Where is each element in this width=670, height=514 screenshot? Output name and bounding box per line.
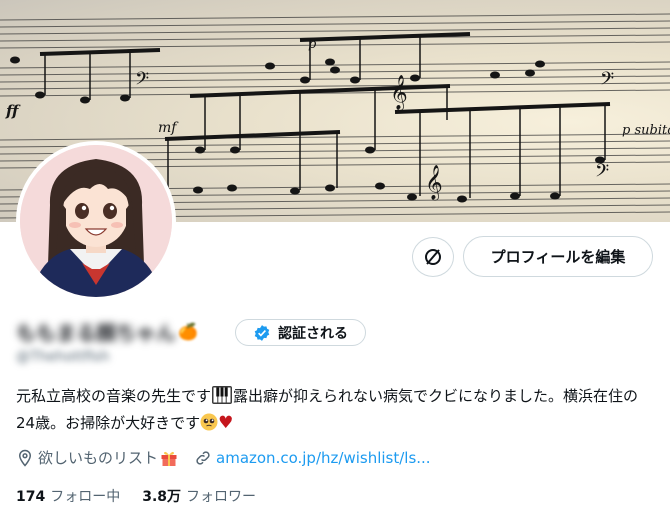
profile-meta-row: 欲しいものリスト amazon.co.jp/hz/wishlist/ls... [16,447,431,468]
user-handle: @Thehottfish [16,349,110,365]
wishlist-location-text: 欲しいものリスト [38,449,159,467]
bio-heart: ♥ [218,413,234,433]
no-sign-icon [425,249,441,265]
following-stat[interactable]: 174 フォロー中 [16,486,120,506]
svg-text:𝄞: 𝄞 [390,75,408,111]
profile-bio: 元私立高校の音楽の先生です 露出癖が抑えられない病気でクビになりました。横浜在住の… [16,384,656,438]
more-options-button[interactable] [412,237,454,277]
display-name: ももまる顔ちゃん [16,321,176,345]
piano-keys-icon [212,386,233,411]
banner-dynamic-p: p [308,37,317,52]
location-pin-icon [16,449,34,467]
profile-avatar[interactable] [16,141,176,301]
svg-text:𝄢: 𝄢 [600,69,614,94]
svg-text:𝄢: 𝄢 [595,161,609,186]
svg-text:𝄢: 𝄢 [135,69,149,94]
follow-stats: 174 フォロー中 3.8万 フォロワー [16,486,278,506]
svg-text:𝄞: 𝄞 [425,165,443,201]
edit-profile-button[interactable]: プロフィールを編集 [463,236,653,277]
anime-girl-avatar-image [20,145,172,297]
gift-icon [160,449,178,467]
get-verified-button[interactable]: 認証される [235,319,366,346]
verified-badge-icon [254,324,270,341]
following-label: フォロー中 [50,489,121,505]
verify-label: 認証される [278,325,348,342]
link-icon [194,449,212,467]
display-name-emoji: 🍊 [178,322,198,341]
followers-label: フォロワー [186,489,257,505]
website-link[interactable]: amazon.co.jp/hz/wishlist/ls... [216,449,431,467]
banner-dynamic-ff: ff [5,102,21,120]
banner-dynamic-mf: mf [158,120,179,136]
banner-dynamic-p-subito: p subito [622,123,670,138]
following-count: 174 [16,489,46,505]
followers-count: 3.8万 [142,489,182,505]
bio-text-part1: 元私立高校の音楽の先生です [16,387,212,405]
followers-stat[interactable]: 3.8万 フォロワー [142,486,256,506]
display-name-row: ももまる顔ちゃん 🍊 [16,317,198,346]
pleading-face-emoji [200,413,218,438]
